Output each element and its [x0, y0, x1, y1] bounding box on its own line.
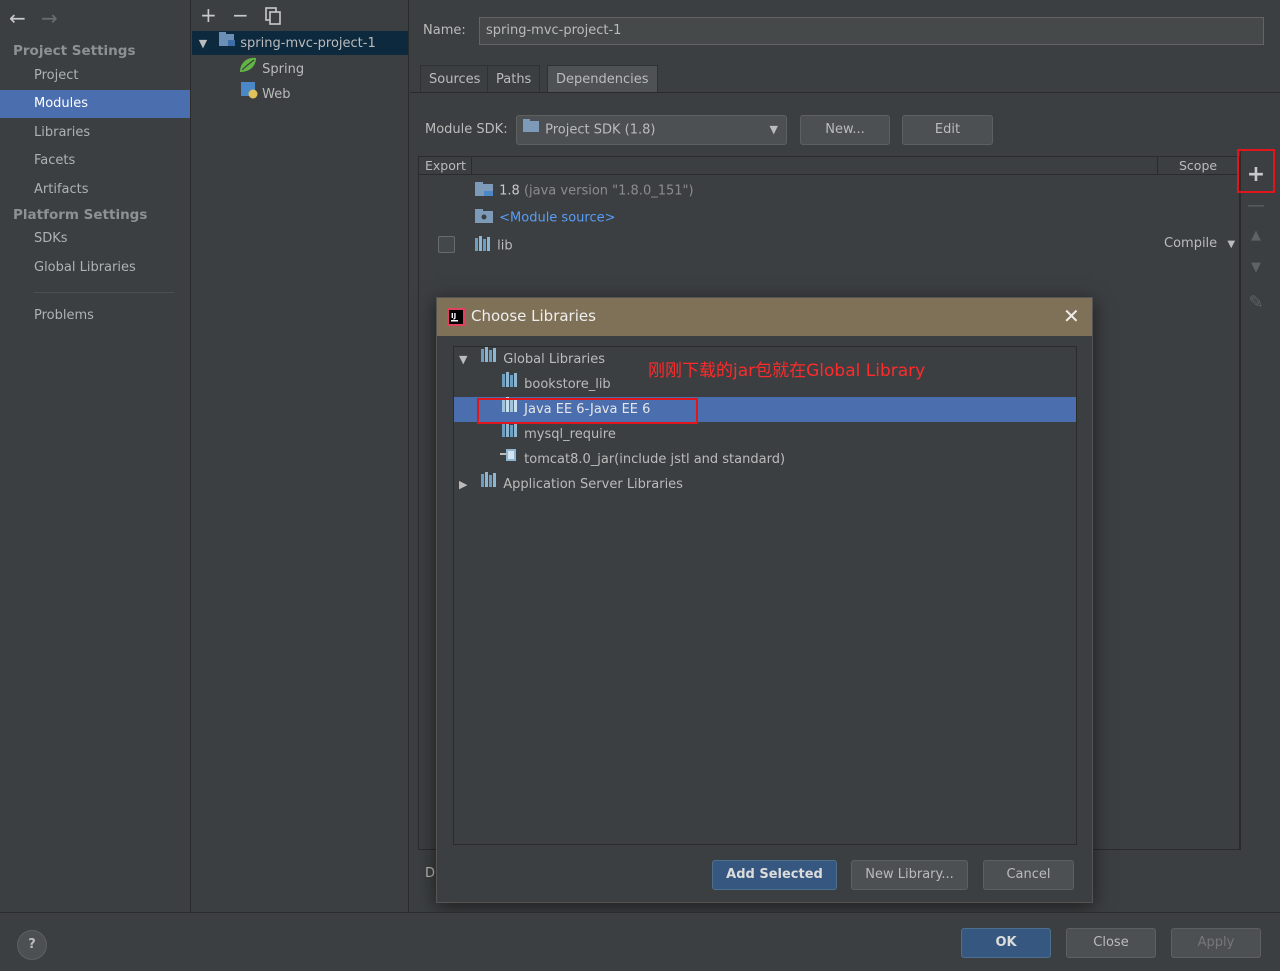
sdk-new-button[interactable]: New...: [800, 115, 890, 145]
choose-libraries-dialog: IJ Choose Libraries ✕ ▼ Global Libraries…: [436, 297, 1093, 903]
source-folder-icon: [475, 208, 495, 228]
tree-item-label: spring-mvc-project-1: [240, 36, 376, 51]
nav-divider: [34, 292, 174, 293]
tab-divider: [410, 92, 1280, 93]
new-library-button[interactable]: New Library...: [851, 860, 968, 890]
annotation-box-java-ee: [477, 398, 698, 424]
library-icon: [475, 236, 493, 256]
library-icon: [481, 472, 499, 497]
table-row-jdk[interactable]: 1.8 (java version "1.8.0_151"): [475, 181, 694, 201]
tree-item-mysql-require[interactable]: mysql_require: [454, 422, 1076, 447]
dialog-footer: ? OK Close Apply: [0, 912, 1280, 971]
nav-item-sdks[interactable]: SDKs: [0, 225, 190, 253]
tab-paths[interactable]: Paths: [487, 65, 541, 93]
module-sdk-label: Module SDK:: [425, 122, 508, 137]
add-selected-button[interactable]: Add Selected: [712, 860, 837, 890]
chevron-down-icon: ▼: [1227, 239, 1236, 250]
ok-button[interactable]: OK: [961, 928, 1051, 958]
close-button[interactable]: Close: [1066, 928, 1156, 958]
tree-item-label: bookstore_lib: [524, 377, 611, 392]
svg-text:IJ: IJ: [451, 312, 456, 320]
tree-item-web[interactable]: Web: [240, 81, 290, 105]
column-scope: Scope: [1179, 158, 1218, 173]
tree-node-label: Global Libraries: [503, 352, 606, 367]
module-folder-icon: [218, 31, 236, 56]
expand-arrow-icon[interactable]: ▼: [192, 32, 214, 56]
module-name-input[interactable]: spring-mvc-project-1: [479, 17, 1264, 45]
tree-node-app-server-libraries[interactable]: ▶ Application Server Libraries: [454, 472, 1076, 497]
library-icon: [481, 347, 499, 372]
sdk-folder-icon: [523, 116, 541, 144]
table-header: Export Scope: [419, 157, 1239, 175]
nav-item-artifacts[interactable]: Artifacts: [0, 176, 190, 204]
annotation-text: 刚刚下载的jar包就在Global Library: [648, 361, 926, 381]
arrow-right-icon[interactable]: →: [41, 6, 58, 30]
tree-item-label: mysql_require: [524, 427, 616, 442]
library-icon: [502, 422, 520, 447]
arrow-left-icon[interactable]: ←: [9, 6, 26, 30]
move-up-icon[interactable]: ▲: [1246, 228, 1266, 243]
module-tree-panel: + − ▼ spring-mvc-project-1 Spring Web: [192, 0, 409, 912]
tab-dependencies[interactable]: Dependencies: [547, 65, 658, 93]
apply-button[interactable]: Apply: [1171, 928, 1261, 958]
column-divider: [471, 157, 472, 174]
archive-jar-icon: [500, 447, 520, 472]
scope-select[interactable]: Compile ▼: [1164, 236, 1235, 251]
add-module-icon[interactable]: +: [200, 3, 217, 27]
close-icon[interactable]: ✕: [1063, 304, 1080, 328]
cancel-button[interactable]: Cancel: [983, 860, 1074, 890]
help-icon[interactable]: ?: [17, 930, 47, 960]
column-export: Export: [425, 158, 466, 173]
remove-dependency-icon[interactable]: —: [1246, 195, 1266, 216]
side-toolbar-divider: [1240, 150, 1241, 850]
lib-name: lib: [497, 238, 513, 254]
module-source-link[interactable]: <Module source>: [499, 211, 615, 226]
move-down-icon[interactable]: ▼: [1246, 260, 1266, 275]
tab-sources[interactable]: Sources: [420, 65, 490, 93]
chevron-down-icon: ▼: [769, 123, 778, 136]
tree-item-label: Web: [262, 87, 291, 102]
tree-item-label: Spring: [262, 62, 305, 77]
tree-item-spring[interactable]: Spring: [238, 56, 304, 80]
scope-value: Compile: [1164, 236, 1218, 251]
web-facet-icon: [240, 81, 258, 108]
module-sdk-select[interactable]: Project SDK (1.8) ▼: [516, 115, 787, 145]
table-row-lib[interactable]: lib: [475, 236, 513, 256]
expand-arrow-icon[interactable]: ▼: [459, 347, 477, 372]
tree-node-label: Application Server Libraries: [503, 477, 683, 492]
spring-leaf-icon: [238, 56, 258, 83]
nav-item-facets[interactable]: Facets: [0, 147, 190, 175]
platform-settings-heading: Platform Settings: [13, 207, 148, 223]
library-icon: [502, 372, 520, 397]
column-divider: [1157, 157, 1158, 174]
tree-item-module-root[interactable]: ▼ spring-mvc-project-1: [192, 31, 408, 55]
nav-item-problems[interactable]: Problems: [0, 302, 190, 330]
truncated-label: D: [425, 866, 436, 881]
intellij-logo-icon: IJ: [447, 308, 465, 330]
jdk-detail: (java version "1.8.0_151"): [523, 183, 694, 199]
nav-item-modules[interactable]: Modules: [0, 90, 190, 118]
nav-item-libraries[interactable]: Libraries: [0, 119, 190, 147]
edit-pencil-icon[interactable]: ✎: [1246, 292, 1266, 313]
jdk-name: 1.8: [499, 183, 520, 199]
module-sdk-value: Project SDK (1.8): [545, 122, 656, 138]
table-row-module-source[interactable]: <Module source>: [475, 208, 616, 228]
dialog-title: Choose Libraries: [471, 307, 596, 325]
tree-item-label: tomcat8.0_jar(include jstl and standard): [524, 452, 786, 467]
settings-nav: ← → Project Settings Project Modules Lib…: [0, 0, 191, 912]
expand-arrow-icon[interactable]: ▶: [459, 472, 477, 497]
name-label: Name:: [423, 23, 466, 38]
sdk-edit-button[interactable]: Edit: [902, 115, 993, 145]
remove-module-icon[interactable]: −: [232, 3, 249, 27]
nav-item-global-libraries[interactable]: Global Libraries: [0, 254, 190, 282]
export-checkbox[interactable]: [438, 236, 455, 253]
annotation-box-add: [1237, 149, 1275, 193]
copy-icon[interactable]: [264, 6, 282, 30]
dialog-titlebar: IJ Choose Libraries ✕: [437, 298, 1092, 336]
nav-item-project[interactable]: Project: [0, 62, 190, 90]
tree-item-tomcat-jar[interactable]: tomcat8.0_jar(include jstl and standard): [454, 447, 1076, 472]
project-settings-heading: Project Settings: [13, 43, 136, 59]
jdk-folder-icon: [475, 181, 495, 201]
